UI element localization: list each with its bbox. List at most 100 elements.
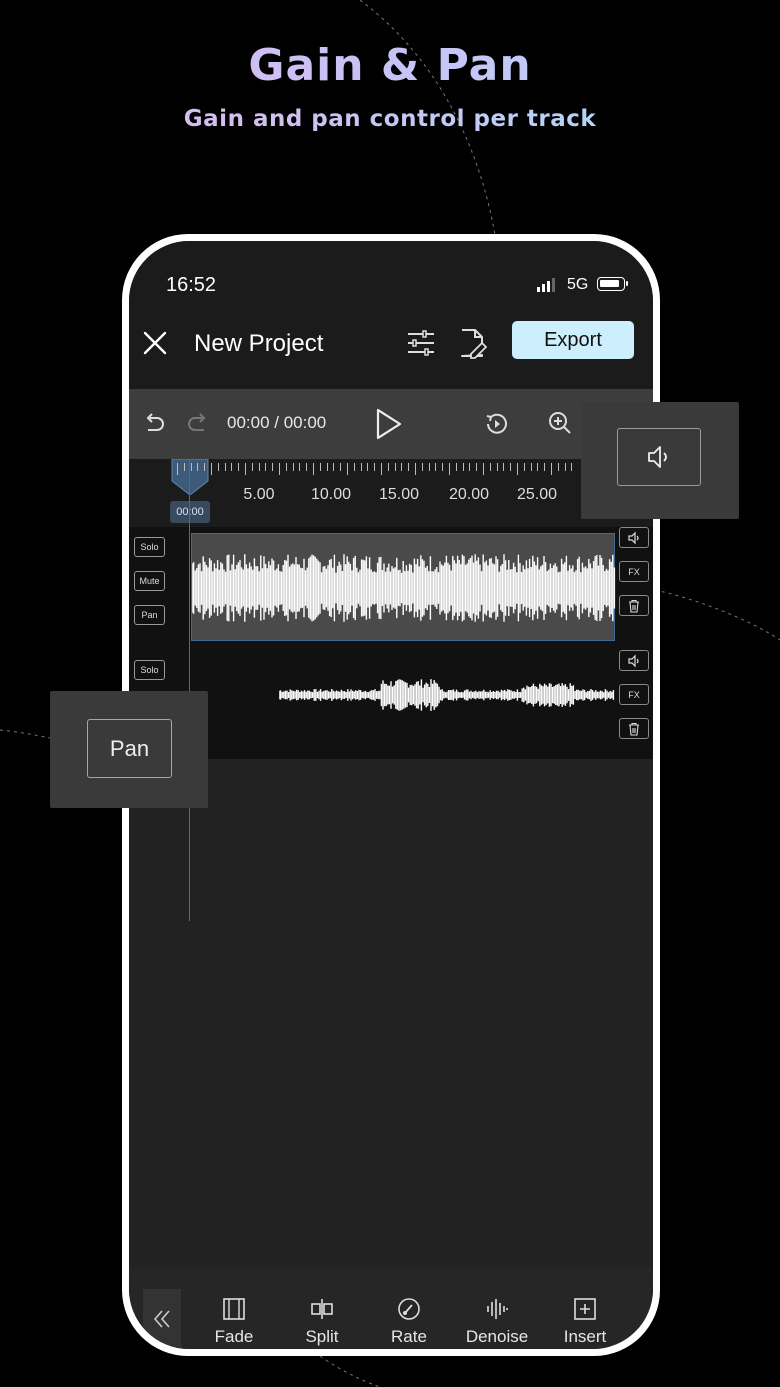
volume-callout-button[interactable] — [617, 428, 701, 486]
play-icon[interactable] — [374, 407, 404, 441]
ruler-tick — [306, 463, 308, 471]
ruler-tick — [231, 463, 233, 471]
split-tool[interactable]: Split — [282, 1297, 362, 1347]
app-header: 16:52 5G New Project Export — [129, 241, 653, 389]
ruler-tick — [469, 463, 471, 471]
ruler-tick — [489, 463, 491, 471]
pan-callout-button[interactable]: Pan — [87, 719, 172, 778]
mixer-sliders-icon[interactable] — [406, 327, 436, 359]
denoise-icon — [487, 1299, 508, 1319]
ruler-tick — [503, 463, 505, 471]
denoise-tool[interactable]: Denoise — [457, 1297, 537, 1347]
ruler-tick — [415, 463, 416, 475]
ruler-tick — [360, 463, 362, 471]
timeline-ruler[interactable]: 5.00 10.00 15.00 20.00 25.00 00:00 — [129, 459, 653, 527]
rate-label: Rate — [391, 1327, 427, 1346]
ruler-tick — [197, 463, 199, 471]
split-icon — [311, 1299, 333, 1319]
ruler-tick — [428, 463, 430, 471]
rate-tool[interactable]: Rate — [369, 1297, 449, 1347]
ruler-tick — [374, 463, 376, 471]
playhead-time: 00:00 — [170, 501, 210, 523]
ruler-tick — [347, 463, 348, 475]
delete-track-button[interactable] — [619, 718, 649, 739]
trash-icon — [629, 722, 639, 736]
ruler-tick — [224, 463, 226, 471]
ruler-tick — [381, 463, 382, 475]
fade-icon — [223, 1298, 245, 1320]
ruler-tick — [211, 463, 212, 475]
signal-icon — [537, 278, 555, 292]
loop-icon[interactable] — [485, 412, 509, 436]
transport-bar: 00:00 / 00:00 — [129, 389, 653, 459]
audio-clip[interactable] — [191, 533, 616, 641]
ruler-tick — [245, 463, 246, 475]
collapse-toolbar-button[interactable] — [143, 1289, 181, 1349]
pan-button[interactable]: Pan — [134, 605, 165, 625]
waveform — [192, 554, 616, 622]
ruler-tick — [190, 463, 192, 471]
waveform-path — [279, 679, 615, 711]
ruler-tick — [401, 463, 403, 471]
ruler-tick — [272, 463, 274, 471]
rate-icon — [398, 1298, 420, 1320]
edit-file-icon[interactable] — [458, 327, 488, 359]
fade-tool[interactable]: Fade — [194, 1297, 274, 1347]
ruler-tick — [551, 463, 552, 475]
ruler-tick — [285, 463, 287, 471]
delete-track-button[interactable] — [619, 595, 649, 616]
split-label: Split — [305, 1327, 339, 1346]
ruler-tick — [571, 463, 573, 471]
ruler-tick — [564, 463, 566, 471]
fx-button[interactable]: FX — [619, 684, 649, 705]
pan-callout: Pan — [50, 691, 208, 808]
double-chevron-left-icon — [153, 1310, 170, 1328]
current-time: 00:00 — [227, 413, 270, 432]
ruler-tick — [449, 463, 450, 475]
ruler-tick — [353, 463, 355, 471]
close-icon[interactable] — [142, 330, 168, 356]
fx-button[interactable]: FX — [619, 561, 649, 582]
ruler-tick — [462, 463, 464, 471]
ruler-tick — [510, 463, 512, 471]
ruler-tick — [265, 463, 267, 471]
ruler-tick — [279, 463, 280, 475]
undo-icon[interactable] — [143, 413, 165, 435]
ruler-tick — [292, 463, 294, 471]
ruler-tick — [537, 463, 539, 471]
ruler-tick — [483, 463, 484, 475]
playhead-line — [189, 459, 190, 921]
insert-icon — [574, 1298, 596, 1320]
ruler-tick — [476, 463, 478, 471]
ruler-tick — [523, 463, 525, 471]
denoise-label: Denoise — [465, 1327, 529, 1346]
volume-icon — [628, 654, 639, 667]
mute-button[interactable]: Mute — [134, 571, 165, 591]
ruler-tick — [204, 463, 206, 471]
ruler-tick — [299, 463, 301, 471]
volume-icon — [628, 531, 639, 544]
waveform — [279, 679, 615, 711]
network-type: 5G — [567, 276, 589, 293]
volume-icon — [648, 446, 667, 468]
project-title[interactable]: New Project — [194, 330, 323, 358]
solo-button[interactable]: Solo — [134, 660, 165, 680]
export-button[interactable]: Export — [512, 321, 634, 359]
ruler-tick — [340, 463, 342, 471]
track-volume-button[interactable] — [619, 650, 649, 671]
track-volume-button[interactable] — [619, 527, 649, 548]
redo-icon[interactable] — [187, 413, 209, 435]
ruler-label: 5.00 — [243, 486, 275, 503]
ruler-tick — [421, 463, 423, 471]
battery-icon — [597, 277, 628, 291]
solo-button[interactable]: Solo — [134, 537, 165, 557]
ruler-tick — [387, 463, 389, 471]
ruler-tick — [319, 463, 321, 471]
zoom-in-icon[interactable] — [548, 411, 572, 435]
ruler-tick — [333, 463, 335, 471]
insert-tool[interactable]: Insert — [545, 1297, 625, 1347]
bottom-toolbar: Fade Split Rate Denoise Insert — [129, 1267, 653, 1349]
ruler-tick — [217, 463, 219, 471]
ruler-tick — [313, 463, 314, 475]
ruler-tick — [442, 463, 444, 471]
